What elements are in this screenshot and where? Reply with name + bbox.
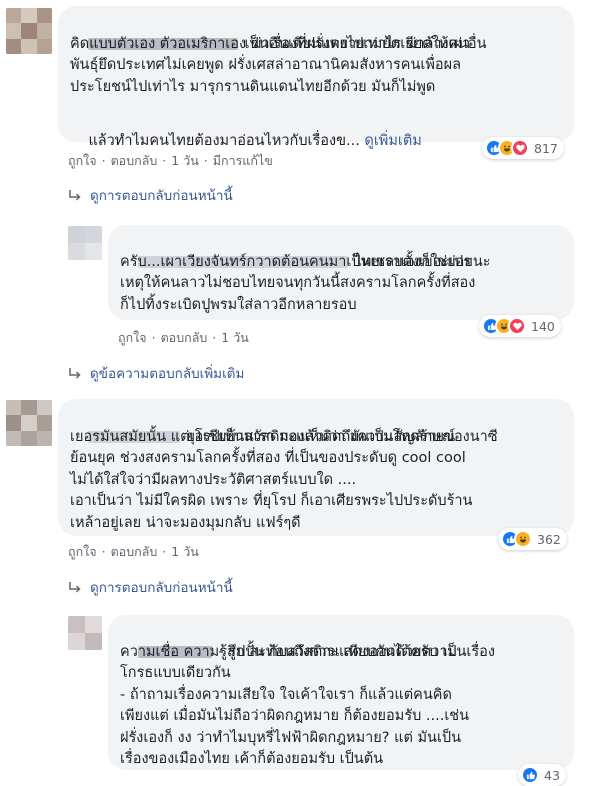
separator: · bbox=[203, 153, 208, 168]
comment-text-line: คิดแบบตัวเอง ตัวอเมริกาเอง ฆ่าอินเดียนแด… bbox=[70, 35, 471, 52]
separator: · bbox=[162, 544, 167, 559]
reply-button[interactable]: ตอบกลับ bbox=[161, 330, 208, 345]
comment-text-line: ครับ...เผาเวียงจันทร์กวาดต้อนคนมาเป็นเชล… bbox=[120, 253, 472, 270]
comment-actions: ถูกใจ · ตอบกลับ · 1 วัน bbox=[118, 328, 249, 348]
comment-text-line: ไม่ได้ใส่ใจว่ามีผลทางประวัติศาสตร์แบบใด … bbox=[70, 471, 357, 488]
reply-arrow-icon bbox=[69, 190, 81, 201]
reaction-count: 817 bbox=[534, 140, 558, 156]
like-reaction-icon bbox=[521, 766, 539, 784]
view-previous-replies-link[interactable]: ดูการตอบกลับก่อนหน้านี้ bbox=[68, 184, 233, 206]
love-reaction-icon bbox=[511, 139, 529, 157]
reaction-count: 43 bbox=[544, 767, 560, 783]
view-more-replies-link[interactable]: ดูข้อความตอบกลับเพิ่มเติม bbox=[68, 362, 244, 384]
reply-arrow-icon bbox=[69, 368, 81, 379]
comment-bubble: ยุโรปเห็นสวัสดิกะแล้วคิดถึงความโหดร้ายขอ… bbox=[58, 399, 574, 536]
love-reaction-icon bbox=[508, 317, 526, 335]
comment-text-line: เรื่องของเมืองไทย เค้าก็ต้องยอมรับ เป็นต… bbox=[120, 751, 384, 767]
comment-text-line: ย้อนยุค ช่วงสงครามโลกครั้งที่สอง ที่เป็น… bbox=[70, 450, 466, 466]
comment-text-line: ฝรั่งเองก็ งง ว่าทำไมบุหรี่ไฟฟ้าผิดกฎหมา… bbox=[120, 729, 462, 746]
timestamp[interactable]: 1 วัน bbox=[221, 330, 249, 345]
separator: · bbox=[151, 330, 156, 345]
reaction-count: 140 bbox=[531, 318, 555, 334]
timestamp[interactable]: 1 วัน bbox=[171, 153, 199, 168]
reaction-summary[interactable]: 140 bbox=[479, 315, 561, 337]
comment-text-line: พันธุ์ยึดประเทศไม่เคยพูด ฝรั่งเศสล่าอาณา… bbox=[70, 57, 461, 73]
timestamp[interactable]: 1 วัน bbox=[171, 544, 199, 559]
separator: · bbox=[162, 153, 167, 168]
reaction-count: 362 bbox=[537, 531, 561, 547]
comment-text-line: เอาเป็นว่า ไม่มีใครผิด เพราะ ที่ยุโรป ก็… bbox=[70, 493, 473, 509]
comment-text-line: ก็ไปทิ้งระเบิดปูพรมใส่ลาวอีกหลายรอบ bbox=[120, 296, 357, 313]
haha-reaction-icon bbox=[514, 530, 532, 548]
edited-label[interactable]: มีการแก้ไข bbox=[213, 153, 273, 168]
comment-bubble: เป็นเรื่องที่ฝรั่งพยายามยัดเยียดให้คนอื่… bbox=[58, 6, 574, 149]
view-previous-replies-link[interactable]: ดูการตอบกลับก่อนหน้านี้ bbox=[68, 576, 233, 598]
comment-actions: ถูกใจ · ตอบกลับ · 1 วัน · มีการแก้ไข bbox=[68, 151, 273, 171]
like-button[interactable]: ถูกใจ bbox=[68, 153, 97, 168]
reaction-summary[interactable]: 43 bbox=[518, 764, 566, 786]
comment-text-line: เหล้าอยู่เลย น่าจะมองมุมกลับ แฟร์ๆดี bbox=[70, 514, 301, 531]
separator: · bbox=[101, 153, 106, 168]
comment-bubble: - รูปปั้น กับสวัสดิกะ เทียบกันได้ครับ เป… bbox=[108, 615, 574, 770]
comment-actions: ถูกใจ · ตอบกลับ · 1 วัน bbox=[68, 542, 199, 562]
separator: · bbox=[101, 544, 106, 559]
reaction-summary[interactable]: 817 bbox=[482, 137, 564, 159]
comment-text-line: - ถ้าถามเรื่องความเสียใจ ใจเค้าใจเรา ก็แ… bbox=[120, 686, 452, 703]
see-more-link[interactable]: ดูเพิ่มเติม bbox=[364, 133, 421, 149]
avatar[interactable] bbox=[6, 8, 52, 54]
comment-text-line: เพียงแต่ เมื่อมันไม่ถือว่าผิดกฎหมาย ก็ต้… bbox=[120, 708, 470, 724]
comment-text-line: โกรธแบบเดียวกัน bbox=[120, 665, 231, 681]
comment-text-line: ความเชื่อ ความรู้สึก สะท้อนถึงการแสดงออก… bbox=[120, 643, 458, 660]
avatar[interactable] bbox=[6, 400, 52, 446]
like-button[interactable]: ถูกใจ bbox=[118, 330, 147, 345]
view-more-replies-label: ดูข้อความตอบกลับเพิ่มเติม bbox=[90, 366, 245, 382]
comment-text-line: เหตุให้คนลาวไม่ชอบไทยจนทุกวันนี้สงครามโล… bbox=[120, 275, 476, 291]
view-previous-replies-label: ดูการตอบกลับก่อนหน้านี้ bbox=[90, 188, 233, 204]
avatar[interactable] bbox=[68, 226, 102, 260]
reaction-summary[interactable]: 362 bbox=[498, 528, 567, 550]
view-previous-replies-label: ดูการตอบกลับก่อนหน้านี้ bbox=[90, 580, 233, 596]
reply-arrow-icon bbox=[69, 582, 81, 593]
separator: · bbox=[212, 330, 217, 345]
comment-text-line: แล้วทำไมคนไทยต้องมาอ่อนไหวกับเรื่องข... bbox=[88, 132, 365, 149]
like-button[interactable]: ถูกใจ bbox=[68, 544, 97, 559]
comment-bubble: ไทยเราเองก็ใช่ย่อยนะ ครับ...เผาเวียงจันท… bbox=[108, 225, 574, 320]
comment-text-line: เยอรมันสมัยนั้น แต่เอเชียบ้านเรา มองเห็น… bbox=[70, 428, 456, 445]
avatar[interactable] bbox=[68, 616, 102, 650]
reply-button[interactable]: ตอบกลับ bbox=[111, 153, 158, 168]
reply-button[interactable]: ตอบกลับ bbox=[111, 544, 158, 559]
comment-text-line: ประโยชน์ไปเท่าไร มารุกรานดินแดนไทยอีกด้ว… bbox=[70, 78, 436, 95]
